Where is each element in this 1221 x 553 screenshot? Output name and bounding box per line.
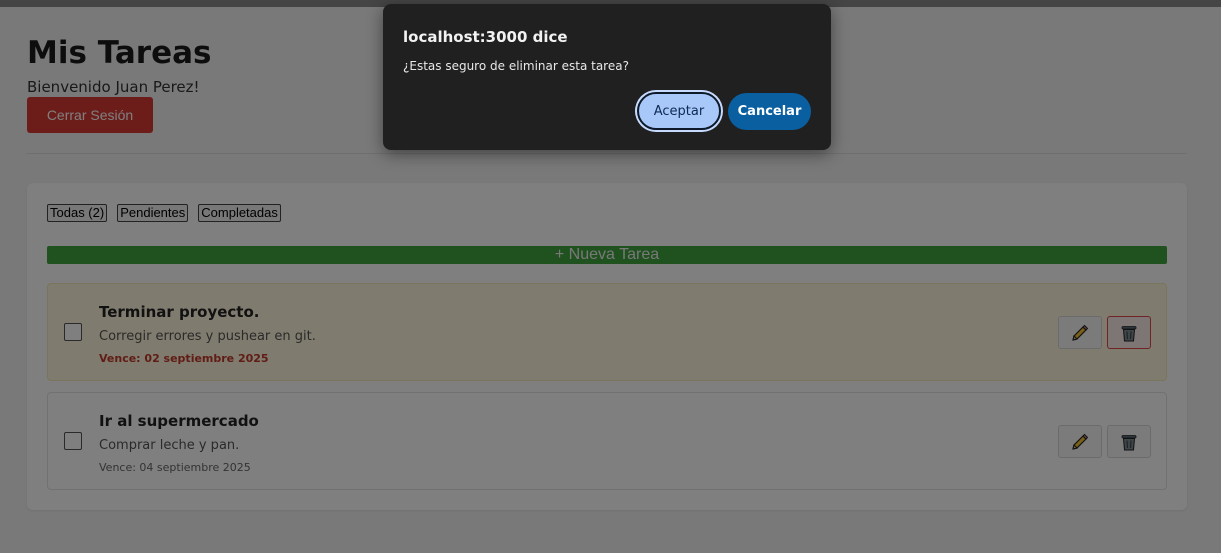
dialog-message: ¿Estas seguro de eliminar esta tarea? xyxy=(403,59,629,73)
confirm-dialog: localhost:3000 dice ¿Estas seguro de eli… xyxy=(383,4,831,150)
dialog-title: localhost:3000 dice xyxy=(403,28,568,46)
accept-button[interactable]: Aceptar xyxy=(637,92,721,130)
cancel-button[interactable]: Cancelar xyxy=(728,93,811,130)
